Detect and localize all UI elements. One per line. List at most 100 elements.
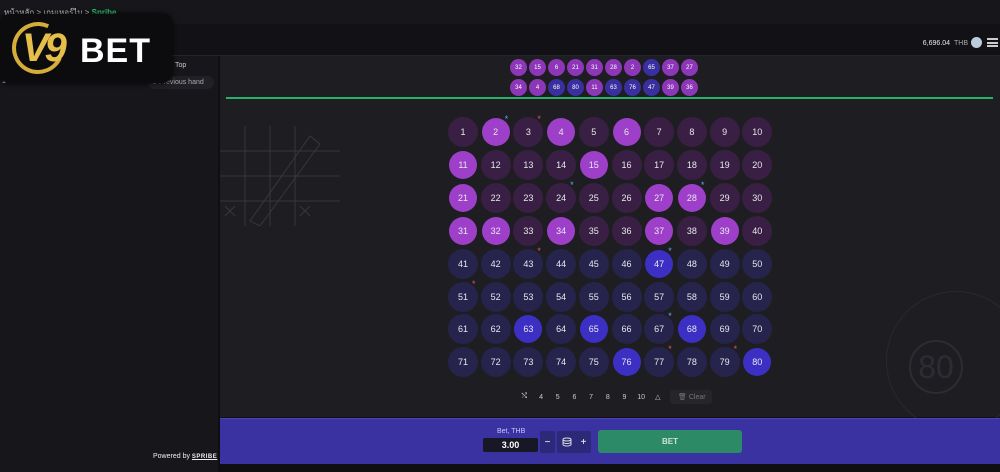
number-cell-33[interactable]: 33 — [513, 215, 544, 246]
number-cell-56[interactable]: 56 — [611, 281, 642, 312]
number-cell-54[interactable]: 54 — [546, 281, 577, 312]
number-cell-8[interactable]: 8 — [676, 117, 707, 147]
number-cell-29[interactable]: 29 — [709, 182, 740, 213]
number-cell-11[interactable]: 11 — [449, 150, 477, 179]
number-cell-20[interactable]: 20 — [742, 149, 773, 180]
number-cell-26[interactable]: 26 — [611, 182, 642, 213]
autopick-7[interactable]: 7 — [583, 394, 600, 401]
coin-stack-icon[interactable] — [557, 431, 577, 453]
number-cell-12[interactable]: 12 — [480, 149, 511, 180]
number-cell-30[interactable]: 30 — [742, 182, 773, 213]
number-cell-27[interactable]: 27 — [645, 183, 674, 212]
number-cell-45[interactable]: 45 — [578, 248, 609, 279]
number-cell-61[interactable]: 61 — [448, 314, 478, 345]
number-cell-25[interactable]: 25 — [578, 182, 609, 213]
number-cell-40[interactable]: 40 — [742, 215, 773, 246]
number-cell-55[interactable]: 55 — [578, 281, 609, 312]
number-cell-36[interactable]: 36 — [611, 215, 642, 246]
number-cell-44[interactable]: 44 — [546, 248, 577, 279]
number-cell-34[interactable]: 34 — [547, 216, 576, 245]
provider-logo[interactable]: SPRIBE — [192, 454, 217, 460]
number-cell-58[interactable]: 58 — [676, 281, 707, 312]
number-cell-63[interactable]: 63 — [514, 315, 543, 344]
bet-button[interactable]: BET — [598, 430, 742, 453]
history-row: 34 4 68 80 11 63 76 47 39 36 — [510, 79, 710, 96]
number-cell-41[interactable]: 41 — [448, 248, 478, 279]
number-cell-13[interactable]: 13 — [513, 149, 544, 180]
number-cell-46[interactable]: 46 — [611, 248, 642, 279]
progress-line — [226, 97, 993, 99]
autopick-6[interactable]: 6 — [566, 394, 583, 401]
number-cell-7[interactable]: 7 — [644, 117, 675, 147]
avatar-icon[interactable] — [971, 37, 982, 48]
number-cell-42[interactable]: 42 — [480, 248, 511, 279]
number-cell-48[interactable]: 48 — [676, 248, 707, 279]
balance-display: 6,696.04 THB — [923, 40, 968, 47]
shuffle-icon[interactable]: ⤭ — [516, 393, 533, 401]
number-cell-9[interactable]: 9 — [709, 117, 740, 147]
number-cell-19[interactable]: 19 — [709, 149, 740, 180]
number-cell-39[interactable]: 39 — [710, 216, 739, 245]
bet-amount-input[interactable]: 3.00 — [483, 438, 538, 452]
number-cell-35[interactable]: 35 — [578, 215, 609, 246]
number-cell-64[interactable]: 64 — [546, 314, 577, 345]
autopick-8[interactable]: 8 — [599, 394, 616, 401]
number-cell-75[interactable]: 75 — [578, 347, 609, 378]
star-marker-icon: * — [504, 114, 509, 124]
autopick-5[interactable]: 5 — [549, 394, 566, 401]
number-cell-70[interactable]: 70 — [742, 314, 773, 345]
number-cell-57[interactable]: 57 — [644, 281, 675, 312]
number-cell-16[interactable]: 16 — [611, 149, 642, 180]
number-cell-17[interactable]: 17 — [644, 149, 675, 180]
autopick-9[interactable]: 9 — [616, 394, 633, 401]
number-cell-65[interactable]: 65 — [579, 315, 608, 344]
brand-logo[interactable]: V9 BET — [0, 14, 172, 83]
number-cell-73[interactable]: 73 — [513, 347, 544, 378]
history-ball: 65 — [643, 59, 660, 76]
history-ball: 15 — [529, 59, 546, 76]
number-cell-31[interactable]: 31 — [449, 216, 477, 245]
triangle-icon[interactable]: △ — [650, 393, 667, 401]
number-cell-32[interactable]: 32 — [481, 216, 510, 245]
number-cell-37[interactable]: 37 — [645, 216, 674, 245]
number-cell-15[interactable]: 15 — [579, 150, 608, 179]
hamburger-menu-icon[interactable] — [987, 38, 998, 47]
clear-button[interactable]: 🗑 Clear — [670, 390, 712, 404]
number-cell-62[interactable]: 62 — [480, 314, 511, 345]
bet-increase-button[interactable]: + — [576, 431, 591, 453]
number-cell-6[interactable]: 6 — [612, 118, 641, 146]
history-ball: 34 — [510, 79, 527, 96]
number-cell-21[interactable]: 21 — [449, 183, 477, 212]
number-cell-53[interactable]: 53 — [513, 281, 544, 312]
number-cell-5[interactable]: 5 — [578, 117, 609, 147]
number-cell-23[interactable]: 23 — [513, 182, 544, 213]
number-cell-71[interactable]: 71 — [448, 347, 478, 378]
watermark-number: 80 — [909, 340, 963, 394]
number-cell-72[interactable]: 72 — [480, 347, 511, 378]
number-cell-10[interactable]: 10 — [742, 117, 773, 147]
number-cell-66[interactable]: 66 — [611, 314, 642, 345]
number-cell-80[interactable]: 80 — [743, 348, 772, 377]
number-cell-1[interactable]: 1 — [448, 117, 478, 147]
powered-by: Powered by SPRIBE — [153, 453, 217, 460]
number-cell-18[interactable]: 18 — [676, 149, 707, 180]
number-cell-68[interactable]: 68 — [677, 315, 706, 344]
number-cell-59[interactable]: 59 — [709, 281, 740, 312]
number-cell-69[interactable]: 69 — [709, 314, 740, 345]
number-cell-50[interactable]: 50 — [742, 248, 773, 279]
number-cell-60[interactable]: 60 — [742, 281, 773, 312]
number-cell-52[interactable]: 52 — [480, 281, 511, 312]
number-cell-14[interactable]: 14 — [546, 149, 577, 180]
bet-decrease-button[interactable]: − — [540, 431, 555, 453]
autopick-10[interactable]: 10 — [633, 394, 650, 401]
number-cell-49[interactable]: 49 — [709, 248, 740, 279]
history-ball: 47 — [643, 79, 660, 96]
number-cell-76[interactable]: 76 — [612, 348, 641, 377]
number-cell-74[interactable]: 74 — [546, 347, 577, 378]
number-cell-4[interactable]: 4 — [547, 118, 576, 146]
number-cell-38[interactable]: 38 — [676, 215, 707, 246]
autopick-4[interactable]: 4 — [533, 394, 550, 401]
number-cell-22[interactable]: 22 — [480, 182, 511, 213]
number-cell-78[interactable]: 78 — [676, 347, 707, 378]
powered-by-label: Powered by — [153, 453, 190, 460]
